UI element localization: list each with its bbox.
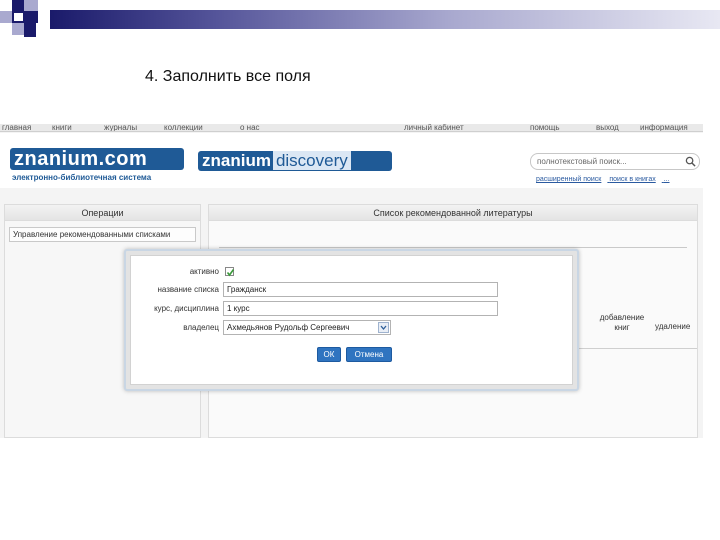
topnav-item[interactable]: информация	[640, 124, 688, 131]
topnav-item[interactable]: коллекции	[164, 124, 203, 131]
manage-lists-item[interactable]: Управление рекомендованными списками	[9, 227, 196, 242]
course-label: курс, дисциплина	[154, 304, 219, 313]
ok-button[interactable]: ОК	[317, 347, 341, 362]
topnav-item[interactable]: книги	[52, 124, 72, 131]
decor-square-dark	[12, 0, 24, 11]
top-navigation: главная книги журналы коллекции о нас ли…	[0, 124, 703, 132]
advanced-search-link[interactable]: расширенный поиск	[536, 176, 601, 183]
decor-square-white	[14, 13, 23, 21]
search-links: расширенный поиск поиск в книгах ...	[536, 176, 676, 183]
cancel-button[interactable]: Отмена	[346, 347, 392, 362]
owner-selected-value: Ахмедьянов Рудольф Сергеевич	[227, 323, 350, 332]
edit-list-dialog: активно название списка Гражданск курс, …	[124, 249, 579, 391]
book-search-link[interactable]: поиск в книгах	[609, 176, 655, 183]
owner-select[interactable]: Ахмедьянов Рудольф Сергеевич	[223, 320, 391, 335]
more-link[interactable]: ...	[664, 176, 670, 183]
divider	[219, 247, 687, 248]
discovery-logo-prefix: znanium	[202, 151, 271, 170]
reading-list-panel-title: Список рекомендованной литературы	[209, 205, 697, 221]
owner-label: владелец	[183, 323, 219, 332]
name-row: название списка Гражданск	[131, 282, 574, 298]
topnav-item[interactable]: журналы	[104, 124, 137, 131]
active-checkbox[interactable]	[225, 267, 235, 277]
slide-title: 4. Заполнить все поля	[145, 68, 311, 85]
search-icon[interactable]	[685, 156, 696, 167]
site-header: znanium.com электронно-библиотечная сист…	[0, 133, 703, 188]
decor-gradient-bar	[50, 10, 720, 29]
column-header-add-books: добавление книг	[599, 313, 645, 332]
course-row: курс, дисциплина 1 курс	[131, 301, 574, 317]
search-input[interactable]: полнотекстовый поиск...	[530, 153, 700, 170]
topnav-item[interactable]: личный кабинет	[404, 124, 464, 131]
znanium-discovery-logo[interactable]: znanium discovery	[198, 151, 392, 171]
search-placeholder: полнотекстовый поиск...	[537, 157, 627, 166]
topnav-item[interactable]: о нас	[240, 124, 260, 131]
course-input[interactable]: 1 курс	[223, 301, 498, 316]
znanium-logo[interactable]: znanium.com	[10, 148, 184, 170]
name-label: название списка	[157, 285, 219, 294]
checkmark-icon	[226, 269, 235, 277]
active-label: активно	[189, 267, 219, 276]
table-header: ть добавление книг удаление	[569, 309, 697, 349]
list-name-input[interactable]: Гражданск	[223, 282, 498, 297]
column-header-delete: удаление	[655, 322, 691, 331]
owner-row: владелец Ахмедьянов Рудольф Сергеевич	[131, 320, 574, 336]
operations-panel-title: Операции	[5, 205, 200, 221]
topnav-item[interactable]: главная	[2, 124, 31, 131]
decor-square-light	[12, 23, 24, 35]
logo-subtitle: электронно-библиотечная система	[12, 173, 152, 182]
decor-square-light	[0, 11, 12, 23]
active-row: активно	[131, 264, 574, 280]
topnav-item[interactable]: помощь	[530, 124, 559, 131]
decor-square-dark	[24, 23, 36, 37]
topnav-item[interactable]: выход	[596, 124, 619, 131]
chevron-down-icon[interactable]	[378, 322, 389, 333]
discovery-logo-suffix: discovery	[272, 151, 351, 170]
decor-square-light	[24, 0, 38, 11]
slide-decoration	[0, 0, 720, 40]
dialog-body: активно название списка Гражданск курс, …	[130, 255, 573, 385]
